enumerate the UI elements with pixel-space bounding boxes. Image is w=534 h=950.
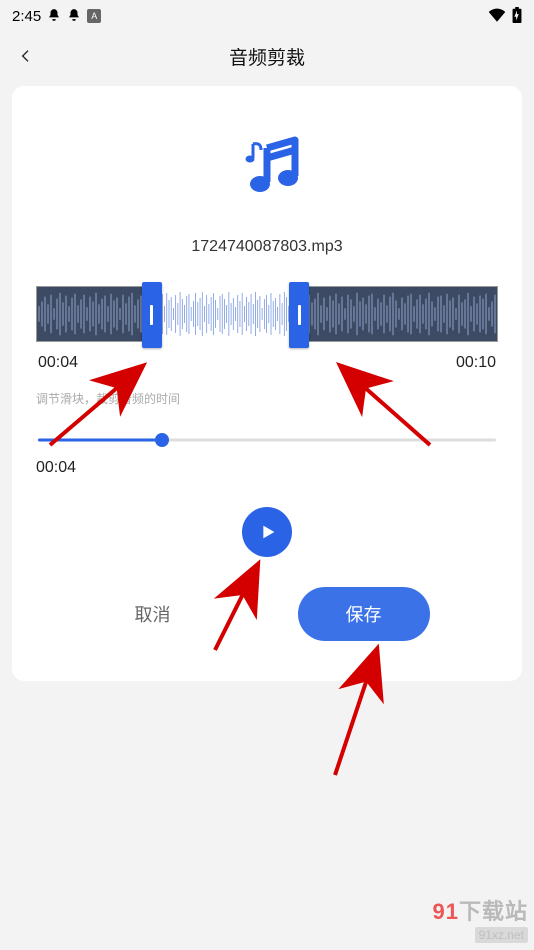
trim-times: 00:04 00:10 <box>36 354 498 372</box>
status-right <box>488 7 522 26</box>
action-row: 取消 保存 <box>36 587 498 641</box>
music-icon <box>36 128 498 208</box>
play-button[interactable] <box>242 507 292 557</box>
cancel-button[interactable]: 取消 <box>105 591 201 637</box>
playback-slider[interactable] <box>38 431 496 449</box>
editor-card: 1724740087803.mp3 00:04 00:10 调节滑块，裁剪音频的… <box>12 86 522 681</box>
playback-time: 00:04 <box>36 459 498 477</box>
notification-icon <box>67 8 81 25</box>
save-button[interactable]: 保存 <box>298 587 430 641</box>
status-left: 2:45 A <box>12 8 101 25</box>
watermark-text: 下载站 <box>459 899 528 924</box>
ime-indicator-icon: A <box>87 9 101 23</box>
trim-handle-left[interactable] <box>142 282 162 348</box>
trim-end-time: 00:10 <box>456 354 496 372</box>
page-title: 音频剪裁 <box>229 43 305 70</box>
playback-thumb[interactable] <box>155 433 169 447</box>
trim-start-time: 00:04 <box>38 354 78 372</box>
waveform-trimmer[interactable] <box>36 286 498 342</box>
back-icon <box>18 48 34 64</box>
notification-icon <box>47 8 61 25</box>
clock: 2:45 <box>12 8 41 25</box>
trim-handle-right[interactable] <box>289 282 309 348</box>
wifi-icon <box>488 8 506 25</box>
watermark-num: 91 <box>433 899 459 924</box>
waveform-selection <box>152 286 300 342</box>
status-bar: 2:45 A <box>0 0 534 32</box>
playback-fill <box>38 439 162 442</box>
trim-hint: 调节滑块，裁剪音频的时间 <box>36 390 498 407</box>
battery-icon <box>512 7 522 26</box>
play-icon <box>256 521 278 543</box>
back-button[interactable] <box>12 42 40 70</box>
filename-label: 1724740087803.mp3 <box>36 238 498 256</box>
header: 音频剪裁 <box>0 32 534 80</box>
watermark: 91下载站 91xz.net <box>433 894 529 944</box>
watermark-url: 91xz.net <box>475 927 528 943</box>
